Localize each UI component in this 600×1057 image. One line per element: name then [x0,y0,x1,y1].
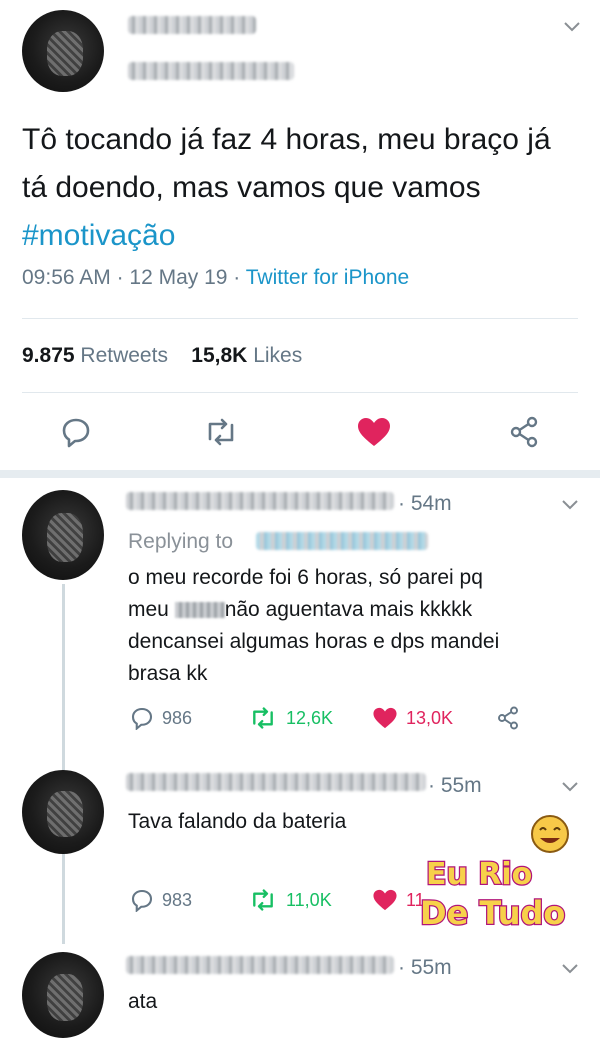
heart-icon [373,707,397,729]
reply-text-line: meu não aguentava mais kkkkk [128,594,578,626]
heart-icon [373,889,397,911]
tweet-source-link[interactable]: Twitter for iPhone [246,266,409,289]
hashtag-link[interactable]: #motivação [22,219,175,252]
divider [22,392,578,393]
section-divider [0,470,600,478]
reply-avatar[interactable] [22,952,104,1038]
like-action[interactable]: 13,0K [372,706,453,730]
divider [22,318,578,319]
likes-label: Likes [253,344,303,367]
svg-text:De Tudo: De Tudo [420,894,565,932]
meta-separator: · [227,266,246,289]
reply-text-line: dencansei algumas horas e dps mandei [128,630,500,653]
retweet-count: 12,6K [286,707,334,728]
tweet-meta: 09:56 AM · 12 May 19 · Twitter for iPhon… [22,266,409,290]
reply-time: · 55m [398,956,452,979]
tweet-text-body: Tô tocando já faz 4 horas, meu braço já … [22,123,551,204]
share-icon[interactable] [496,706,520,730]
reply-count: 986 [162,707,193,728]
reply-icon [131,889,153,912]
retweet-icon [253,707,273,729]
tweet-date: 12 May 19 [129,266,228,289]
reply-count: 983 [162,889,193,910]
replying-to-handle-redacted[interactable] [256,532,428,550]
replying-to-label: Replying to [128,530,234,553]
reply-text-fragment: meu [128,598,169,621]
reply-action[interactable]: 986 [130,706,192,730]
thread-line [62,584,65,944]
author-avatar[interactable] [22,10,104,92]
reply-author-redacted[interactable] [126,773,426,791]
chevron-down-icon[interactable] [560,498,580,512]
meta-separator: · [110,266,130,289]
reply-avatar[interactable] [22,770,104,854]
reply-author-redacted[interactable] [126,956,394,974]
heart-icon[interactable] [356,416,392,448]
author-handle-redacted[interactable] [128,62,294,80]
reply-action[interactable]: 983 [130,888,192,912]
retweet-count: 11,0K [286,889,332,910]
retweet-action[interactable]: 12,6K [248,706,333,730]
censored-word [174,602,225,619]
reply-time: · 55m [428,774,482,797]
retweet-icon[interactable] [202,417,240,447]
retweet-action[interactable]: 11,0K [248,888,332,912]
tweet-time: 09:56 AM [22,266,111,289]
tweet-text: Tô tocando já faz 4 horas, meu braço já … [22,116,582,260]
svg-text:Eu Rio: Eu Rio [426,857,532,892]
author-name-redacted[interactable] [128,16,256,34]
likes-count: 15,8K [191,344,248,367]
reply-avatar[interactable] [22,490,104,580]
chevron-down-icon[interactable] [560,780,580,794]
watermark-logo: Eu Rio De Tudo [418,812,588,942]
retweets-stat[interactable]: 9.875 Retweets [22,344,168,367]
likes-stat[interactable]: 15,8K Likes [191,344,302,367]
retweets-count: 9.875 [22,344,75,367]
chevron-down-icon[interactable] [562,20,582,34]
reply-text-line: brasa kk [128,662,208,685]
reply-text-fragment: não aguentava mais kkkkk [224,598,473,621]
like-count: 13,0K [406,707,454,728]
reply-text: o meu recorde foi 6 horas, só parei pq m… [128,562,578,690]
reply-author-redacted[interactable] [126,492,394,510]
chevron-down-icon[interactable] [560,962,580,976]
retweets-label: Retweets [80,344,168,367]
retweet-icon [253,889,273,911]
reply-text: ata [128,990,158,1013]
reply-time: · 54m [398,492,452,515]
tweet-stats: 9.875 Retweets 15,8K Likes [22,344,302,368]
reply-icon[interactable] [60,416,92,448]
share-icon[interactable] [508,416,540,448]
reply-icon [131,707,153,730]
reply-text-line: o meu recorde foi 6 horas, só parei pq [128,566,483,589]
